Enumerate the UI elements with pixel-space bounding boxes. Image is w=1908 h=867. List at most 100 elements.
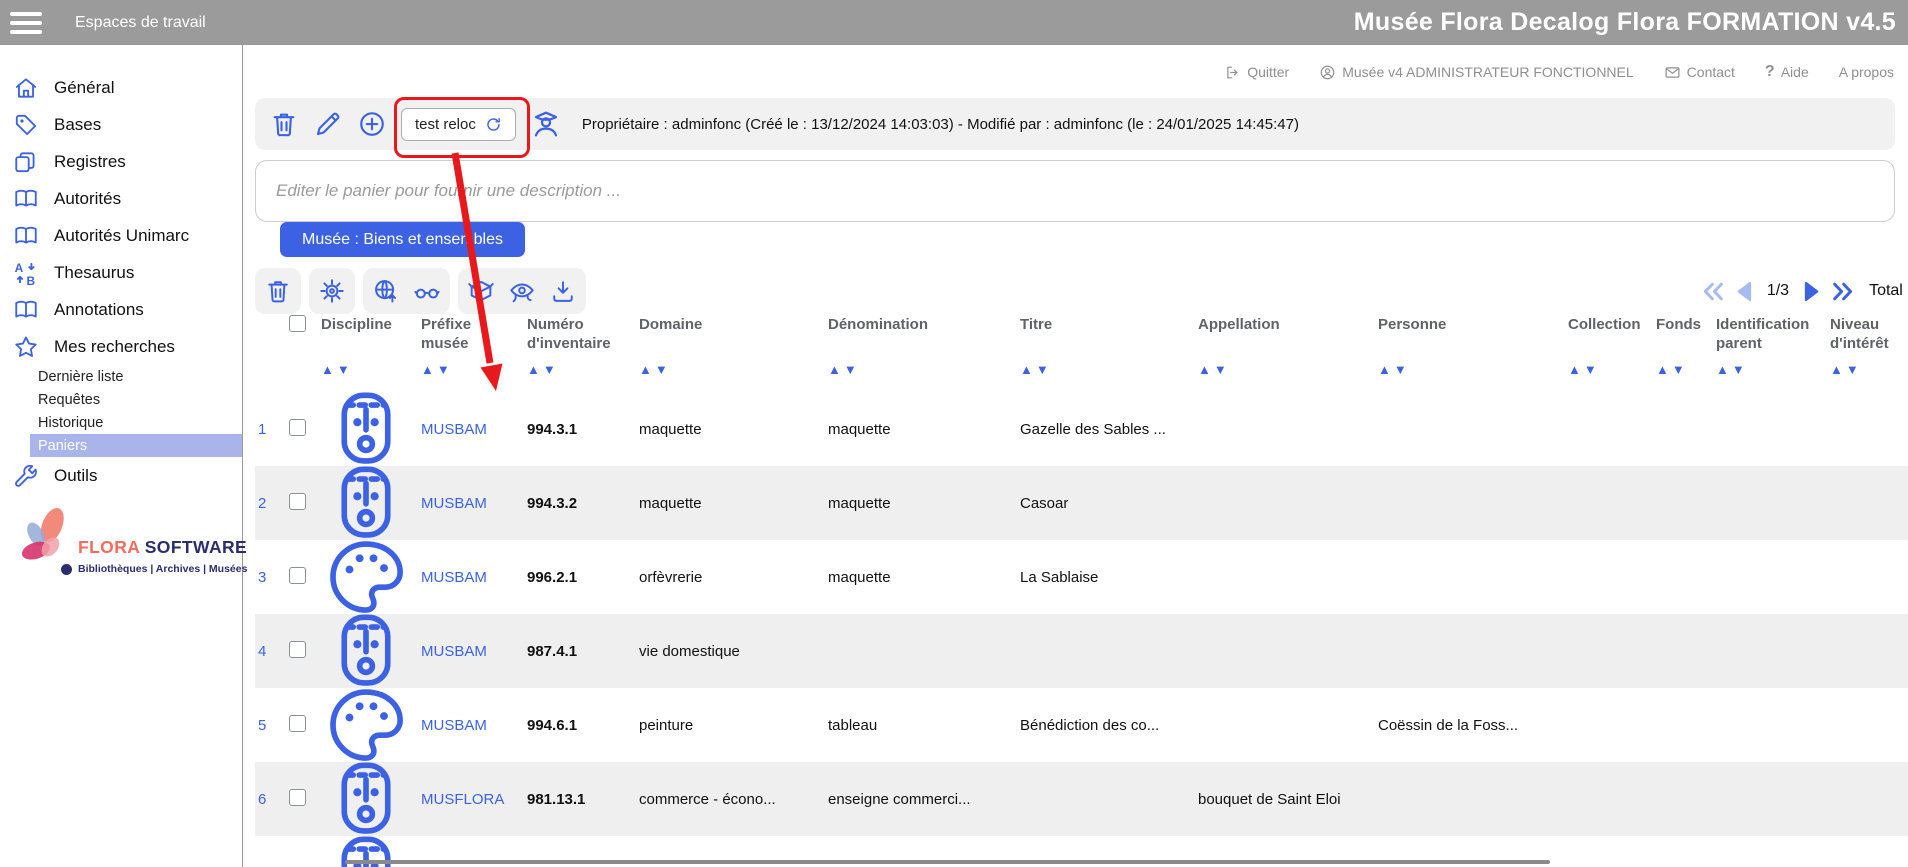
sort-control-discipline[interactable]: ▲▼ xyxy=(321,362,415,377)
nav-link-musee-v4-administrateur-fonctionnel[interactable]: Musée v4 ADMINISTRATEUR FONCTIONNEL xyxy=(1319,64,1633,81)
prefixe-musee-link[interactable]: MUSBAM xyxy=(421,569,527,586)
glasses-icon[interactable] xyxy=(413,277,441,305)
thesaurus-icon: AB xyxy=(13,260,39,286)
next-page-icon[interactable] xyxy=(1797,278,1824,305)
prefixe-musee-link[interactable]: MUSBAM xyxy=(421,717,527,734)
pagination: 1/3 Total : 96 xyxy=(1700,268,1908,314)
sort-control-personne[interactable]: ▲▼ xyxy=(1378,362,1562,377)
prefixe-musee-link[interactable]: MUSBAM xyxy=(421,421,527,438)
plus-circle-icon[interactable] xyxy=(357,109,387,139)
column-header-titre: Titre▲▼ xyxy=(1020,315,1198,377)
toolbar-button-globe-upload-icon[interactable] xyxy=(363,268,450,314)
brand-secondary: SOFTWARE xyxy=(145,537,247,557)
brand-dot-icon xyxy=(61,564,72,575)
row-checkbox[interactable] xyxy=(289,567,306,584)
toolbar-button-gear-icon[interactable] xyxy=(309,268,355,314)
sort-control-prefixe-musee[interactable]: ▲▼ xyxy=(421,362,521,377)
refresh-icon[interactable] xyxy=(485,116,502,133)
previous-page-icon[interactable] xyxy=(1732,278,1759,305)
description-input[interactable] xyxy=(255,160,1895,222)
sidebar-subitem-paniers[interactable]: Paniers xyxy=(30,434,242,457)
cell-denomination: maquette xyxy=(828,421,1020,438)
pencil-icon[interactable] xyxy=(313,109,343,139)
sidebar-item-label: Registres xyxy=(54,152,126,172)
column-header-fonds: Fonds ▲▼ xyxy=(1656,315,1716,377)
prefixe-musee-link[interactable]: MUSBAM xyxy=(421,643,527,660)
flora-logo: FLORA SOFTWARE Bibliothèques | Archives … xyxy=(14,505,234,625)
horizontal-scrollbar[interactable] xyxy=(345,860,1550,864)
sidebar-item-general[interactable]: Général xyxy=(0,69,242,106)
sort-control-collection[interactable]: ▲▼ xyxy=(1568,362,1650,377)
nav-link-aide[interactable]: ?Aide xyxy=(1765,63,1809,81)
basket-name-button[interactable]: test reloc xyxy=(401,108,516,141)
sort-control-identification-parent[interactable]: ▲▼ xyxy=(1716,362,1824,377)
sidebar-item-bases[interactable]: Bases xyxy=(0,106,242,143)
nav-link-a-propos[interactable]: A propos xyxy=(1839,64,1894,80)
nav-link-quitter[interactable]: Quitter xyxy=(1224,64,1289,81)
sort-control-fonds[interactable]: ▲▼ xyxy=(1656,362,1710,377)
row-checkbox[interactable] xyxy=(289,493,306,510)
sidebar-item-autorites[interactable]: Autorités xyxy=(0,180,242,217)
globe-upload-icon[interactable] xyxy=(372,277,400,305)
column-label: Niveau d'intérêt xyxy=(1830,315,1904,356)
row-checkbox[interactable] xyxy=(289,419,306,436)
first-page-icon[interactable] xyxy=(1700,278,1727,305)
sidebar-item-autorites-unimarc[interactable]: Autorités Unimarc xyxy=(0,217,242,254)
row-number-link[interactable]: 2 xyxy=(255,495,289,512)
hamburger-menu-icon[interactable] xyxy=(10,12,42,34)
svg-text:A: A xyxy=(15,260,24,274)
sidebar-item-outils[interactable]: Outils xyxy=(0,457,242,494)
column-label: Fonds xyxy=(1656,315,1710,356)
basket-toolbar: test reloc Propriétaire : adminfonc (Cré… xyxy=(255,98,1895,150)
gear-icon[interactable] xyxy=(318,277,346,305)
sort-control-niveau-d-interet[interactable]: ▲▼ xyxy=(1830,362,1904,377)
sidebar-item-annotations[interactable]: Annotations xyxy=(0,291,242,328)
trash-icon[interactable] xyxy=(269,109,299,139)
open-box-icon[interactable] xyxy=(467,277,495,305)
sort-control-denomination[interactable]: ▲▼ xyxy=(828,362,1014,377)
column-header-collection: Collection▲▼ xyxy=(1568,315,1656,377)
select-all-checkbox[interactable] xyxy=(289,315,306,332)
table-row: 2MUSBAM994.3.2maquettemaquetteCasoar xyxy=(255,466,1908,540)
cell-domaine: orfèvrerie xyxy=(639,569,828,586)
download-icon[interactable] xyxy=(549,277,577,305)
cell-domaine: vie domestique xyxy=(639,643,828,660)
scope-tab-button[interactable]: Musée : Biens et ensembles xyxy=(280,222,525,257)
row-number-link[interactable]: 1 xyxy=(255,421,289,438)
eye-horus-icon[interactable] xyxy=(508,277,536,305)
workspace-label[interactable]: Espaces de travail xyxy=(75,14,206,32)
toolbar-button-open-box-icon[interactable] xyxy=(458,268,586,314)
trash-icon[interactable] xyxy=(264,277,292,305)
prefixe-musee-link[interactable]: MUSBAM xyxy=(421,495,527,512)
cell-domaine: commerce - écono... xyxy=(639,791,828,808)
main-content: Quitter Musée v4 ADMINISTRATEUR FONCTIONN… xyxy=(244,45,1908,867)
sort-control-numero-d-inventaire[interactable]: ▲▼ xyxy=(527,362,633,377)
toolbar-button-trash-icon[interactable] xyxy=(255,268,301,314)
sidebar-subitem-derniere-liste[interactable]: Dernière liste xyxy=(30,365,242,388)
nav-link-contact[interactable]: Contact xyxy=(1664,64,1735,81)
sort-control-domaine[interactable]: ▲▼ xyxy=(639,362,822,377)
sidebar-item-thesaurus[interactable]: ABThesaurus xyxy=(0,254,242,291)
topbar: Espaces de travail Musée Flora Decalog F… xyxy=(0,0,1908,45)
row-number-link[interactable]: 6 xyxy=(255,791,289,808)
cell-titre: La Sablaise xyxy=(1020,569,1198,586)
basket-meta: Propriétaire : adminfonc (Créé le : 13/1… xyxy=(582,116,1299,133)
sidebar-item-mes-recherches[interactable]: Mes recherches xyxy=(0,328,242,365)
row-checkbox[interactable] xyxy=(289,715,306,732)
sidebar-subitem-requetes[interactable]: Requêtes xyxy=(30,388,242,411)
column-header-prefixe-musee: Préfixe musée▲▼ xyxy=(421,315,527,377)
row-checkbox[interactable] xyxy=(289,641,306,658)
sidebar-subitem-historique[interactable]: Historique xyxy=(30,411,242,434)
row-number-link[interactable]: 4 xyxy=(255,643,289,660)
spy-icon[interactable] xyxy=(530,108,562,140)
row-number-link[interactable]: 3 xyxy=(255,569,289,586)
row-number-link[interactable]: 5 xyxy=(255,717,289,734)
sort-control-titre[interactable]: ▲▼ xyxy=(1020,362,1192,377)
sort-control-appellation[interactable]: ▲▼ xyxy=(1198,362,1372,377)
row-checkbox[interactable] xyxy=(289,789,306,806)
sidebar-item-registres[interactable]: Registres xyxy=(0,143,242,180)
prefixe-musee-link[interactable]: MUSFLORA xyxy=(421,791,527,808)
last-page-icon[interactable] xyxy=(1829,278,1856,305)
flora-logo-petals-icon xyxy=(16,505,74,569)
question-icon: ? xyxy=(1765,63,1775,81)
